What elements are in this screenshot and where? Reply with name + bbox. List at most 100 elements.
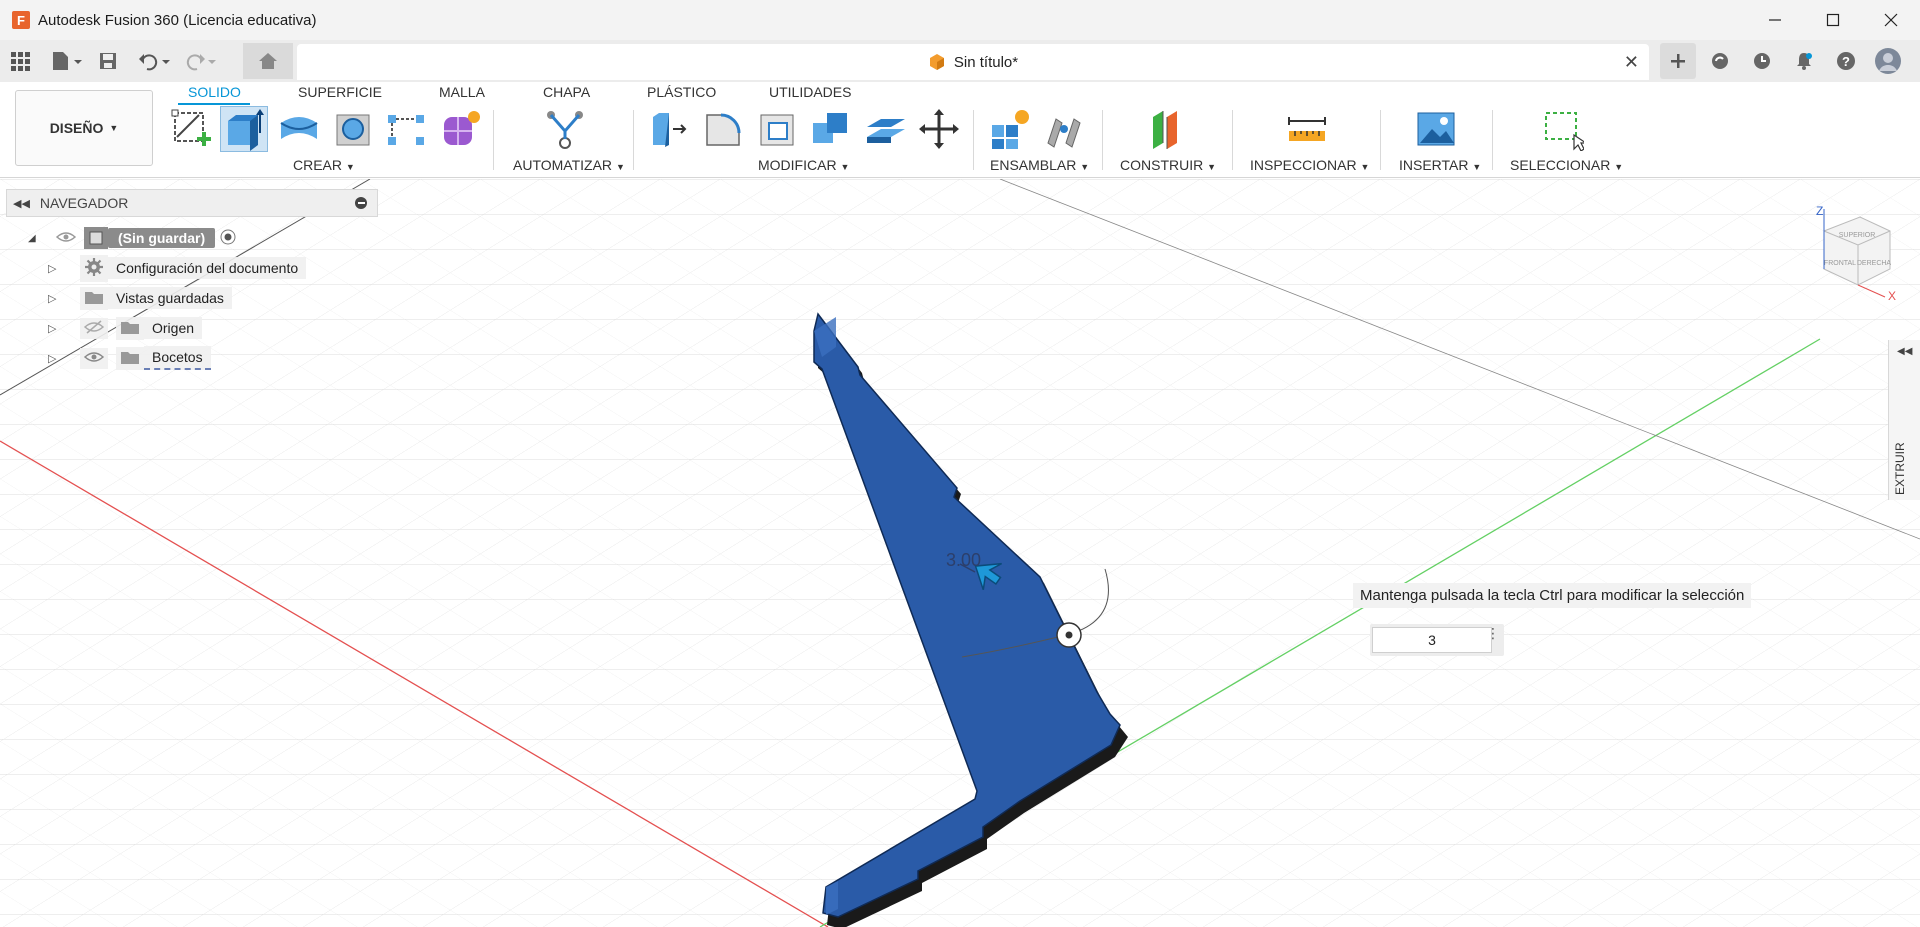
selection-hint-tooltip: Mantenga pulsada la tecla Ctrl para modi…: [1353, 583, 1752, 608]
component-cube-icon: [929, 54, 944, 70]
tab-plastico[interactable]: PLÁSTICO: [647, 84, 716, 100]
group-insertar[interactable]: INSERTAR ▼: [1399, 157, 1481, 173]
document-icon: [84, 227, 108, 249]
fillet-button[interactable]: [699, 106, 747, 152]
tab-solido[interactable]: SOLIDO: [188, 84, 241, 100]
group-ensamblar[interactable]: ENSAMBLAR ▼: [990, 157, 1089, 173]
tab-malla[interactable]: MALLA: [439, 84, 485, 100]
chevron-down-icon: ▼: [109, 123, 119, 133]
browser-item-saved-views[interactable]: ▷ Vistas guardadas: [48, 286, 232, 310]
distance-input[interactable]: 3: [1372, 627, 1492, 653]
hole-button[interactable]: [329, 106, 377, 152]
extrude-button[interactable]: [220, 106, 268, 152]
browser-panel-header: ◀◀ NAVEGADOR: [6, 189, 378, 217]
document-tab[interactable]: Sin título* ✕: [297, 44, 1649, 80]
close-button[interactable]: [1862, 0, 1920, 40]
plus-icon: [1671, 54, 1685, 68]
group-seleccionar-label: SELECCIONAR: [1510, 157, 1611, 173]
folder-icon: [80, 286, 108, 310]
expand-right-icon[interactable]: ▷: [48, 262, 64, 275]
move-copy-button[interactable]: [915, 106, 963, 152]
help-button[interactable]: ?: [1828, 43, 1864, 79]
group-automatizar[interactable]: AUTOMATIZAR ▼: [513, 157, 625, 173]
group-modificar[interactable]: MODIFICAR ▼: [758, 157, 849, 173]
save-button[interactable]: [98, 46, 118, 76]
user-account-button[interactable]: [1870, 43, 1906, 79]
browser-item-document-settings[interactable]: ▷ Configuración del documento: [48, 254, 307, 282]
folder-icon: [116, 316, 144, 340]
combine-button[interactable]: [807, 106, 855, 152]
insert-image-icon: [1417, 112, 1455, 146]
select-button[interactable]: [1538, 106, 1586, 152]
undo-icon: [139, 54, 170, 71]
group-separator: [1232, 110, 1233, 170]
expand-right-icon[interactable]: ▷: [48, 292, 64, 305]
document-tab-close-icon[interactable]: ✕: [1624, 52, 1639, 73]
joint-button[interactable]: [1040, 106, 1088, 152]
workspace-switcher[interactable]: DISEÑO ▼: [15, 90, 153, 166]
rectangular-pattern-icon: [388, 115, 424, 145]
shell-button[interactable]: [753, 106, 801, 152]
construct-plane-button[interactable]: [1143, 106, 1191, 152]
minimize-panel-icon[interactable]: [355, 197, 367, 209]
data-panel-button[interactable]: [10, 46, 30, 76]
tab-chapa[interactable]: CHAPA: [543, 84, 590, 100]
collapse-left-icon[interactable]: ◀◀: [13, 197, 30, 210]
tab-utilidades[interactable]: UTILIDADES: [769, 84, 851, 100]
job-status-button[interactable]: [1744, 43, 1780, 79]
browser-root-node[interactable]: ◢ (Sin guardar): [28, 226, 237, 250]
expand-right-icon[interactable]: ▷: [48, 352, 64, 365]
document-tab-title: Sin título*: [953, 53, 1019, 71]
sketch-icon: [171, 109, 211, 146]
revolve-button[interactable]: [275, 106, 323, 152]
pattern-button[interactable]: [382, 106, 430, 152]
minimize-icon: [1769, 19, 1781, 21]
extensions-button[interactable]: [1702, 43, 1738, 79]
press-pull-button[interactable]: [645, 106, 693, 152]
group-modificar-label: MODIFICAR: [758, 157, 837, 173]
form-icon: [444, 111, 480, 145]
redo-button[interactable]: [184, 46, 218, 76]
undo-button[interactable]: [138, 46, 172, 76]
browser-item-origin[interactable]: ▷ Origen: [48, 316, 203, 340]
folder-icon: [116, 346, 144, 370]
expand-right-icon[interactable]: ▷: [48, 322, 64, 335]
eye-hidden-icon[interactable]: [80, 317, 108, 339]
group-seleccionar[interactable]: SELECCIONAR ▼: [1510, 157, 1623, 173]
browser-item-label: Bocetos: [144, 346, 211, 370]
chevron-down-icon: ▼: [840, 162, 850, 172]
measure-button[interactable]: [1283, 106, 1331, 152]
redo-icon: [186, 54, 216, 71]
group-construir[interactable]: CONSTRUIR ▼: [1120, 157, 1216, 173]
new-tab-button[interactable]: [1660, 43, 1696, 79]
automate-button[interactable]: [541, 106, 589, 152]
expand-down-icon[interactable]: ◢: [28, 233, 48, 244]
chevron-down-icon: ▼: [1614, 162, 1624, 172]
create-form-button[interactable]: [436, 106, 484, 152]
home-tab[interactable]: [243, 43, 293, 79]
maximize-icon: [1826, 13, 1840, 27]
offset-faces-button[interactable]: [861, 106, 909, 152]
minimize-button[interactable]: [1746, 0, 1804, 40]
browser-item-sketches[interactable]: ▷ Bocetos: [48, 346, 211, 370]
active-radio-icon[interactable]: [219, 228, 237, 249]
notifications-button[interactable]: [1786, 43, 1822, 79]
maximize-button[interactable]: [1804, 0, 1862, 40]
group-crear-label: CREAR: [293, 157, 343, 173]
chevron-down-icon: ▼: [1080, 162, 1090, 172]
viewcube-axis-z: Z: [1816, 204, 1823, 218]
group-crear[interactable]: CREAR ▼: [293, 157, 355, 173]
eye-icon[interactable]: [80, 347, 108, 369]
combine-icon: [813, 113, 847, 143]
create-sketch-button[interactable]: [167, 106, 215, 152]
workspace-label: DISEÑO: [49, 120, 104, 136]
eye-icon[interactable]: [55, 230, 77, 246]
new-component-button[interactable]: [986, 106, 1034, 152]
group-inspeccionar[interactable]: INSPECCIONAR ▼: [1250, 157, 1369, 173]
svg-text:DERECHA: DERECHA: [1857, 260, 1892, 267]
expand-panel-icon[interactable]: ◀◀: [1897, 346, 1912, 357]
svg-text:SUPERIOR: SUPERIOR: [1839, 232, 1876, 239]
file-menu-button[interactable]: [50, 46, 84, 76]
tab-superficie[interactable]: SUPERFICIE: [298, 84, 382, 100]
insert-image-button[interactable]: [1412, 106, 1460, 152]
